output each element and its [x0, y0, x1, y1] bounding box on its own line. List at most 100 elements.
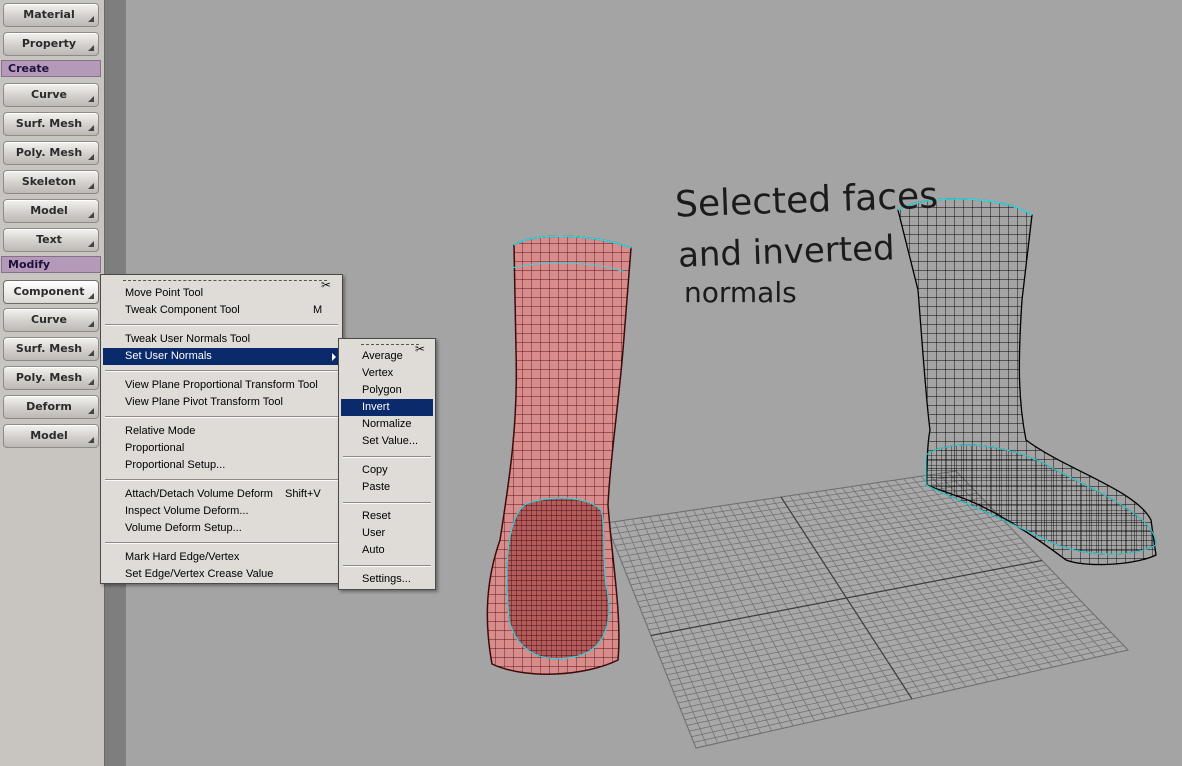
menu-item-volume-deform-setup[interactable]: Volume Deform Setup...: [103, 520, 340, 537]
modify-poly-mesh-button[interactable]: Poly. Mesh: [3, 366, 99, 390]
menu-item-tweak-user-normals-tool[interactable]: Tweak User Normals Tool: [103, 331, 340, 348]
submenu-item-label: Average: [362, 350, 403, 362]
create-text-button[interactable]: Text: [3, 228, 99, 252]
corner-triangle-icon: [88, 241, 94, 247]
menu-item-label: Proportional: [125, 442, 185, 454]
submenu-item-label: User: [362, 527, 386, 539]
menu-item-label: Mark Hard Edge/Vertex: [125, 551, 240, 563]
corner-triangle-icon: [88, 45, 94, 51]
corner-triangle-icon: [88, 437, 94, 443]
corner-triangle-icon: [88, 96, 94, 102]
menu-item-label: Tweak User Normals Tool: [125, 333, 251, 345]
create-poly-mesh-button[interactable]: Poly. Mesh: [3, 141, 99, 165]
create-skeleton-label: Skeleton: [21, 175, 77, 188]
modify-component-button[interactable]: Component: [3, 280, 99, 304]
menu-item-relative-mode[interactable]: Relative Mode: [103, 423, 340, 440]
modify-poly-mesh-label: Poly. Mesh: [15, 371, 83, 384]
submenu-item-set-value[interactable]: Set Value...: [341, 433, 433, 450]
menu-item-label: Tweak Component Tool: [125, 304, 240, 316]
submenu-item-user[interactable]: User: [341, 525, 433, 542]
menu-item-view-plane-pivot-transform-tool[interactable]: View Plane Pivot Transform Tool: [103, 394, 340, 411]
submenu-arrow-icon: [332, 353, 336, 361]
property-button-label: Property: [21, 37, 77, 50]
menu-separator: [105, 370, 338, 372]
submenu-item-label: Paste: [362, 481, 391, 493]
create-curve-button[interactable]: Curve: [3, 83, 99, 107]
submenu-item-label: Settings...: [362, 573, 411, 585]
menu-separator: [105, 416, 338, 418]
menu-item-set-user-normals[interactable]: Set User Normals: [103, 348, 340, 365]
menu-item-label: Proportional Setup...: [125, 459, 226, 471]
submenu-item-vertex[interactable]: Vertex: [341, 365, 433, 382]
create-section-header[interactable]: Create: [1, 60, 101, 77]
create-text-label: Text: [36, 233, 62, 246]
submenu-item-settings[interactable]: Settings...: [341, 571, 433, 588]
menu-item-move-point-tool[interactable]: Move Point Tool: [103, 285, 340, 302]
menu-separator: [343, 456, 431, 458]
menu-item-label: Attach/Detach Volume Deform: [125, 488, 273, 500]
modify-surf-mesh-button[interactable]: Surf. Mesh: [3, 337, 99, 361]
menu-item-label: View Plane Proportional Transform Tool: [125, 379, 318, 391]
menu-item-label: Relative Mode: [125, 425, 196, 437]
corner-triangle-icon: [88, 183, 94, 189]
modify-curve-button[interactable]: Curve: [3, 308, 99, 332]
modify-deform-label: Deform: [26, 400, 72, 413]
menu-item-proportional[interactable]: Proportional: [103, 440, 340, 457]
property-button[interactable]: Property: [3, 32, 99, 56]
menu-item-label: Set User Normals: [125, 350, 212, 362]
submenu-item-paste[interactable]: Paste: [341, 479, 433, 496]
menu-separator: [343, 502, 431, 504]
menu-item-view-plane-proportional-transform-tool[interactable]: View Plane Proportional Transform Tool: [103, 377, 340, 394]
submenu-item-reset[interactable]: Reset: [341, 508, 433, 525]
modify-component-label: Component: [13, 285, 85, 298]
menu-item-inspect-volume-deform[interactable]: Inspect Volume Deform...: [103, 503, 340, 520]
submenu-item-label: Auto: [362, 544, 385, 556]
submenu-item-average[interactable]: Average: [341, 348, 433, 365]
create-model-label: Model: [30, 204, 68, 217]
component-menu: ✂ Move Point Tool Tweak Component Tool M …: [100, 274, 343, 584]
selected-boot-mesh[interactable]: [486, 235, 632, 675]
create-surf-mesh-button[interactable]: Surf. Mesh: [3, 112, 99, 136]
submenu-item-label: Normalize: [362, 418, 412, 430]
menu-item-attach-detach-volume-deform[interactable]: Attach/Detach Volume Deform Shift+V: [103, 486, 340, 503]
menu-item-label: View Plane Pivot Transform Tool: [125, 396, 283, 408]
submenu-item-normalize[interactable]: Normalize: [341, 416, 433, 433]
menu-item-set-edge-vertex-crease-value[interactable]: Set Edge/Vertex Crease Value: [103, 566, 340, 583]
menu-item-tweak-component-tool[interactable]: Tweak Component Tool M: [103, 302, 340, 319]
submenu-item-polygon[interactable]: Polygon: [341, 382, 433, 399]
modify-model-label: Model: [30, 429, 68, 442]
corner-triangle-icon: [88, 293, 94, 299]
corner-triangle-icon: [88, 125, 94, 131]
modify-deform-button[interactable]: Deform: [3, 395, 99, 419]
modify-surf-mesh-label: Surf. Mesh: [15, 342, 83, 355]
modify-curve-label: Curve: [31, 313, 67, 326]
submenu-item-copy[interactable]: Copy: [341, 462, 433, 479]
menu-separator: [105, 542, 338, 544]
menu-separator: [105, 324, 338, 326]
menu-separator: [105, 479, 338, 481]
submenu-item-invert[interactable]: Invert: [341, 399, 433, 416]
create-model-button[interactable]: Model: [3, 199, 99, 223]
menu-item-mark-hard-edge-vertex[interactable]: Mark Hard Edge/Vertex: [103, 549, 340, 566]
submenu-item-label: Reset: [362, 510, 391, 522]
create-skeleton-button[interactable]: Skeleton: [3, 170, 99, 194]
submenu-item-label: Polygon: [362, 384, 402, 396]
submenu-item-auto[interactable]: Auto: [341, 542, 433, 559]
corner-triangle-icon: [88, 379, 94, 385]
submenu-tearoff[interactable]: ✂: [361, 343, 425, 355]
create-surf-mesh-label: Surf. Mesh: [15, 117, 83, 130]
toolbar-panel: Material Property Create Curve Surf. Mes…: [0, 0, 105, 766]
annotation-line-2: and inverted: [677, 228, 896, 276]
submenu-item-label: Invert: [362, 401, 390, 413]
create-poly-mesh-label: Poly. Mesh: [15, 146, 83, 159]
menu-item-label: Volume Deform Setup...: [125, 522, 242, 534]
menu-separator: [343, 565, 431, 567]
modify-section-header[interactable]: Modify: [1, 256, 101, 273]
material-button[interactable]: Material: [3, 3, 99, 27]
menu-item-proportional-setup[interactable]: Proportional Setup...: [103, 457, 340, 474]
corner-triangle-icon: [88, 16, 94, 22]
menu-item-shortcut: M: [313, 304, 323, 316]
modify-model-button[interactable]: Model: [3, 424, 99, 448]
submenu-item-label: Vertex: [362, 367, 394, 379]
menu-tearoff[interactable]: ✂: [123, 279, 331, 291]
